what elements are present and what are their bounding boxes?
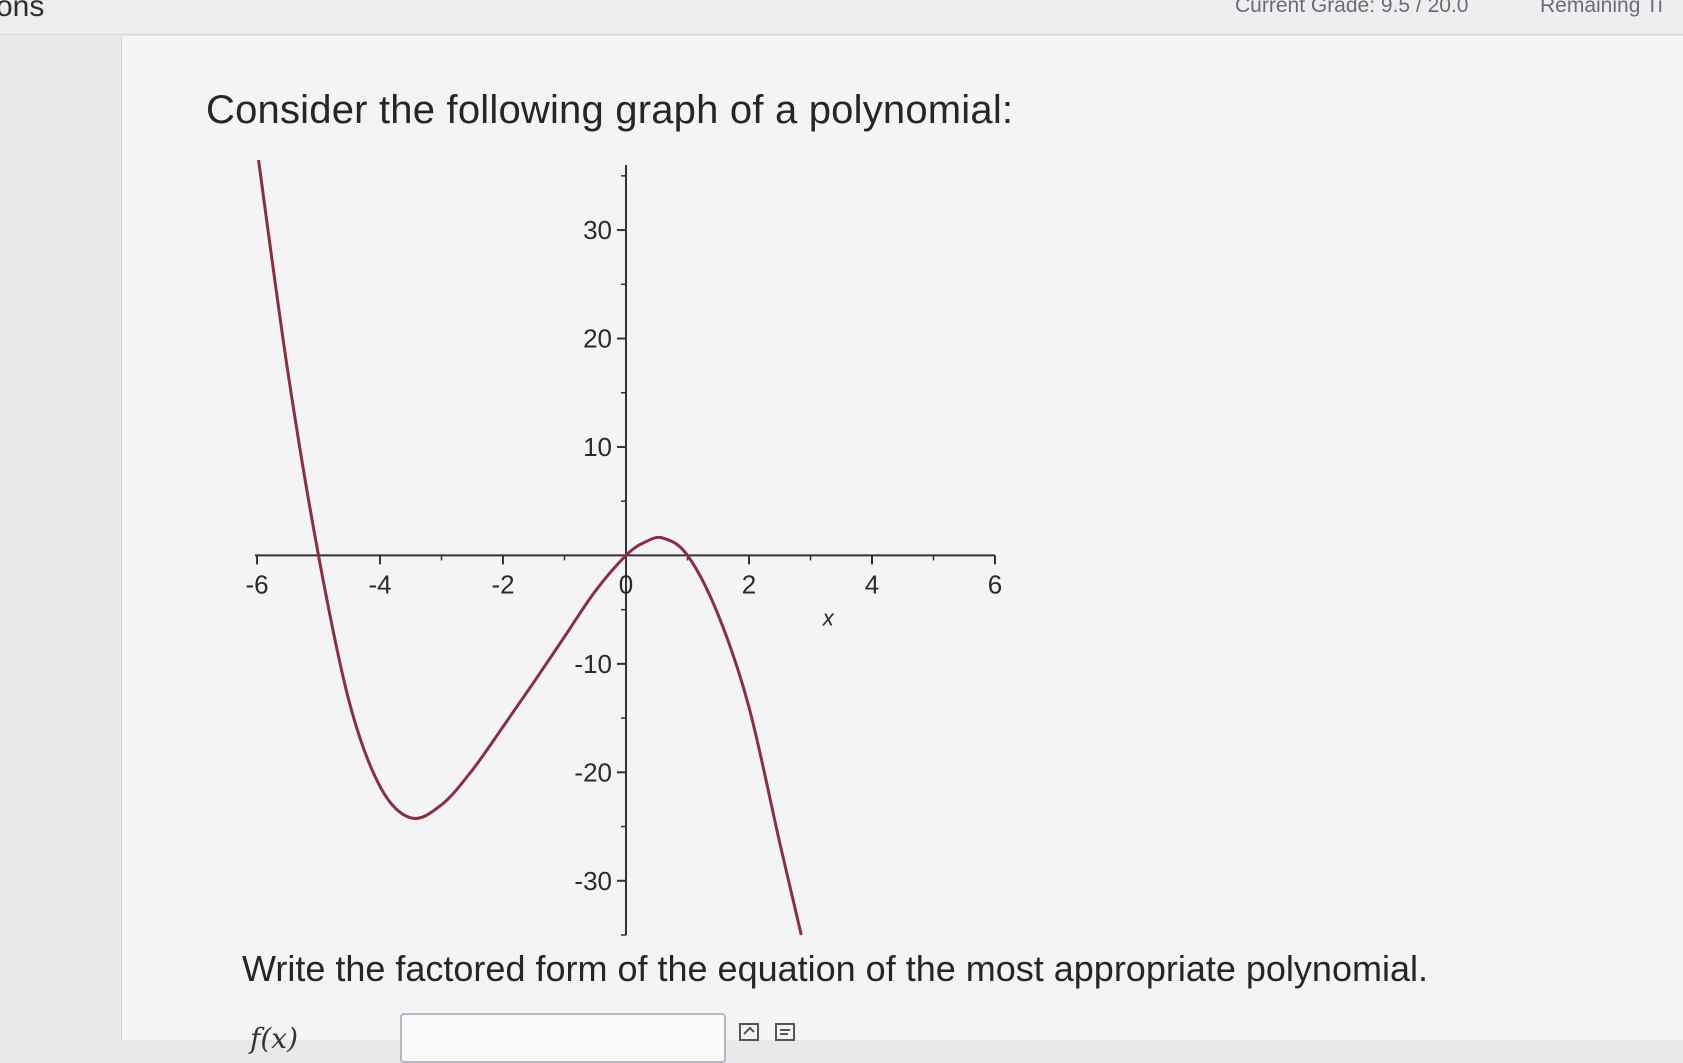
x-tick-label: 4 — [865, 569, 879, 599]
y-tick-label: 10 — [583, 432, 612, 462]
x-axis-label: x — [822, 605, 835, 630]
question-prompt: Consider the following graph of a polyno… — [206, 88, 1014, 132]
section-title: ons — [0, 0, 45, 23]
polynomial-curve — [257, 160, 803, 936]
polynomial-graph: -6 -4 -2 0 2 4 6-30-20-10102030 x — [245, 160, 1002, 936]
remaining-time: Remaining Ti — [1540, 0, 1663, 17]
x-tick-label: -4 — [368, 569, 391, 599]
x-tick-label: 0 — [619, 569, 633, 599]
y-tick-label: -20 — [574, 757, 612, 787]
y-tick-label: 30 — [583, 215, 612, 245]
top-bar: ons Current Grade: 9.5 / 20.0 Remaining … — [0, 0, 1683, 35]
x-tick-label: 2 — [742, 569, 756, 599]
question-instruction: Write the factored form of the equation … — [242, 948, 1428, 989]
preview-icon[interactable] — [774, 1022, 798, 1042]
answer-input[interactable] — [400, 1013, 726, 1063]
x-tick-label: -2 — [491, 569, 514, 599]
x-tick-label: 6 — [988, 569, 1002, 599]
y-tick-label: -10 — [574, 649, 612, 679]
y-tick-label: -30 — [574, 866, 612, 896]
current-grade: Current Grade: 9.5 / 20.0 — [1235, 0, 1469, 17]
answer-label: f(x) — [250, 1022, 299, 1055]
y-tick-label: 20 — [583, 324, 612, 354]
x-tick-label: -6 — [245, 569, 268, 599]
axes — [255, 165, 995, 935]
equation-editor-icon[interactable] — [738, 1022, 762, 1042]
